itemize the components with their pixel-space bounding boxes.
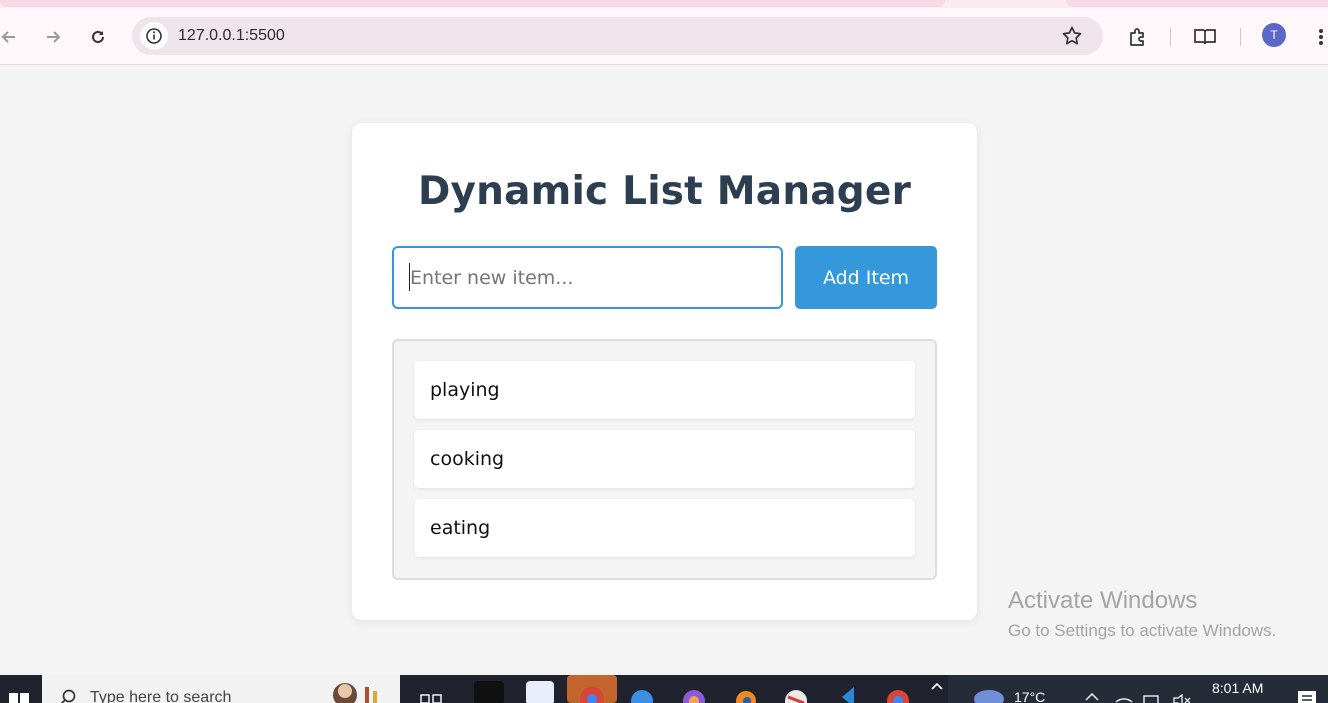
toolbar-divider <box>1170 28 1171 46</box>
browser-tab[interactable] <box>0 0 945 7</box>
chrome-app-icon[interactable] <box>882 681 914 703</box>
network-app-icon[interactable] <box>780 681 812 703</box>
chrome-active-icon[interactable] <box>567 675 617 703</box>
item-list: playing cooking eating <box>392 339 937 580</box>
clock-time[interactable]: 8:01 AM <box>1212 680 1263 696</box>
site-info-icon[interactable] <box>140 22 168 50</box>
terminal-app-icon[interactable] <box>474 681 504 703</box>
show-hidden-icons-icon[interactable] <box>928 675 946 703</box>
search-highlight-image <box>327 677 387 703</box>
browser-tab[interactable] <box>1066 0 1328 7</box>
activation-watermark-title: Activate Windows <box>1008 587 1198 614</box>
taskbar-search-box[interactable]: Type here to search <box>42 675 400 703</box>
bookmark-star-icon[interactable] <box>1061 25 1083 51</box>
weather-temperature[interactable]: 17°C <box>1014 689 1045 703</box>
wifi-icon[interactable] <box>1114 689 1134 703</box>
vscode-app-icon[interactable] <box>832 681 864 703</box>
list-item[interactable]: playing <box>414 361 915 419</box>
address-bar[interactable]: 127.0.0.1:5500 <box>132 17 1103 55</box>
reading-mode-icon[interactable] <box>1190 22 1220 52</box>
activation-watermark-subtitle: Go to Settings to activate Windows. <box>1008 621 1277 640</box>
list-item[interactable]: eating <box>414 499 915 557</box>
profile-avatar[interactable]: T <box>1262 23 1286 47</box>
browser-toolbar: 127.0.0.1:5500 T <box>0 8 1328 65</box>
windows-taskbar: Type here to search 17°C 8:01 AM <box>0 675 1328 703</box>
tab-strip <box>0 0 1328 8</box>
reload-icon[interactable] <box>83 22 113 52</box>
paint-app-icon[interactable] <box>678 681 710 703</box>
add-item-button[interactable]: Add Item <box>795 246 937 309</box>
new-item-input[interactable] <box>392 246 783 309</box>
network-icon[interactable] <box>1142 691 1162 703</box>
back-arrow-icon[interactable] <box>0 22 24 52</box>
search-icon <box>60 689 78 703</box>
toolbar-divider <box>1240 28 1241 46</box>
url-text[interactable]: 127.0.0.1:5500 <box>178 27 285 45</box>
list-manager-card: Dynamic List Manager Add Item playing co… <box>352 123 977 620</box>
weather-cloud-icon <box>972 687 1006 703</box>
blender-app-icon[interactable] <box>730 681 762 703</box>
task-view-icon[interactable] <box>418 681 450 703</box>
taskbar-search-placeholder: Type here to search <box>90 689 232 703</box>
extensions-icon[interactable] <box>1123 22 1153 52</box>
notifications-icon[interactable] <box>1296 689 1318 703</box>
system-tray: 17°C 8:01 AM <box>948 675 1328 703</box>
list-item[interactable]: cooking <box>414 430 915 488</box>
page-title: Dynamic List Manager <box>417 169 912 214</box>
windows-start-icon[interactable] <box>0 675 40 703</box>
text-caret <box>409 263 410 291</box>
tray-chevron-icon[interactable] <box>1084 689 1100 703</box>
edge-app-icon[interactable] <box>626 681 658 703</box>
forward-arrow-icon[interactable] <box>38 22 68 52</box>
menu-dots-icon[interactable] <box>1306 22 1328 52</box>
editor-app-icon[interactable] <box>526 681 554 703</box>
volume-muted-icon[interactable] <box>1172 691 1192 703</box>
